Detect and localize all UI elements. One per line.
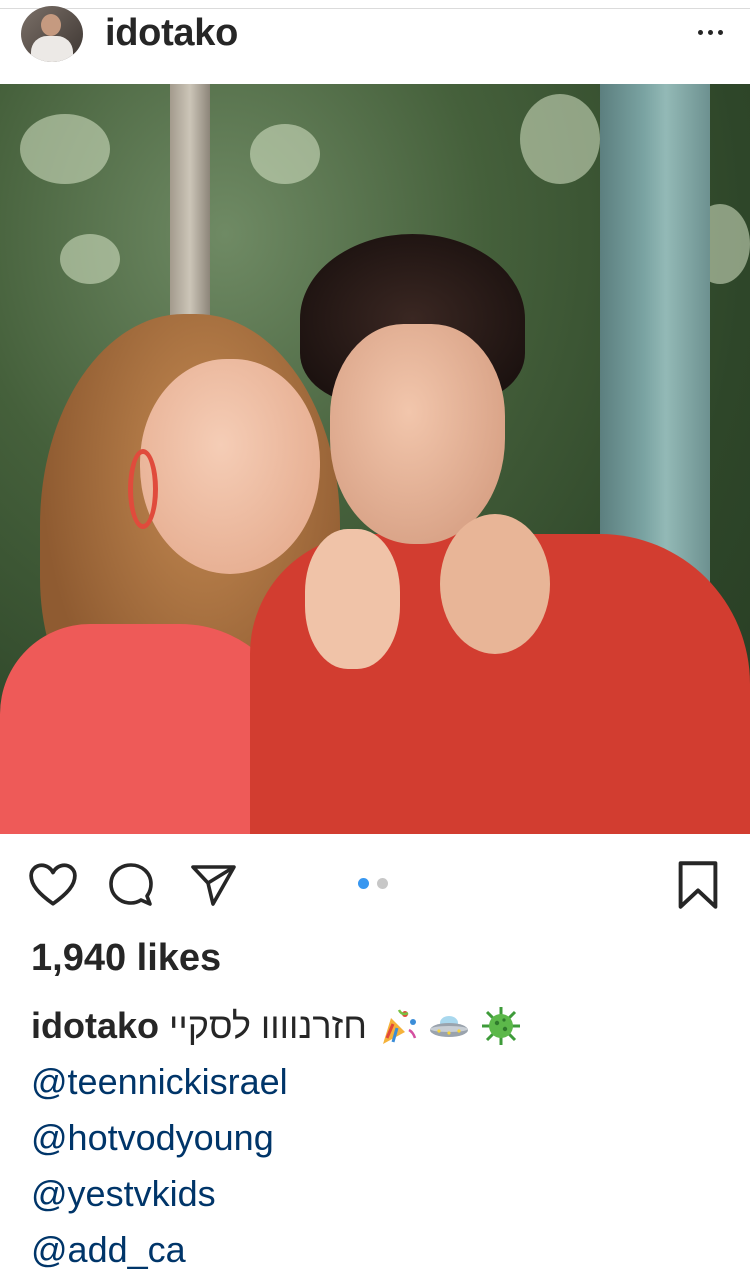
mention-link[interactable]: @yestvkids bbox=[31, 1166, 731, 1222]
caption: idotako חזרנוווו לסקיי @teennickisrael @… bbox=[31, 998, 731, 1278]
post-photo[interactable] bbox=[0, 84, 750, 834]
avatar[interactable] bbox=[21, 6, 83, 62]
instagram-post: idotako 1,940 likes idotako חזרנוווו לסק… bbox=[0, 0, 750, 1288]
mention-link[interactable]: @teennickisrael bbox=[31, 1054, 731, 1110]
action-bar bbox=[0, 846, 750, 920]
carousel-dot-active bbox=[358, 878, 369, 889]
bookmark-icon[interactable] bbox=[675, 860, 721, 910]
carousel-dot bbox=[377, 878, 388, 889]
party-popper-emoji bbox=[382, 1009, 417, 1044]
mention-link[interactable]: @hotvodyoung bbox=[31, 1110, 731, 1166]
caption-username[interactable]: idotako bbox=[31, 998, 159, 1054]
more-options-icon[interactable] bbox=[688, 20, 732, 44]
caption-line: idotako חזרנוווו לסקיי bbox=[31, 998, 731, 1054]
virus-emoji bbox=[481, 1007, 520, 1045]
carousel-indicator bbox=[358, 878, 396, 889]
post-header: idotako bbox=[0, 0, 750, 82]
heart-icon[interactable] bbox=[28, 862, 78, 908]
paper-plane-icon[interactable] bbox=[188, 862, 238, 908]
ufo-emoji bbox=[429, 1016, 468, 1037]
likes-count[interactable]: 1,940 likes bbox=[31, 934, 221, 982]
comment-icon[interactable] bbox=[106, 862, 156, 908]
post-username[interactable]: idotako bbox=[105, 13, 238, 53]
caption-text: חזרנוווו לסקיי bbox=[169, 1005, 367, 1046]
mention-link[interactable]: @add_ca bbox=[31, 1222, 731, 1278]
